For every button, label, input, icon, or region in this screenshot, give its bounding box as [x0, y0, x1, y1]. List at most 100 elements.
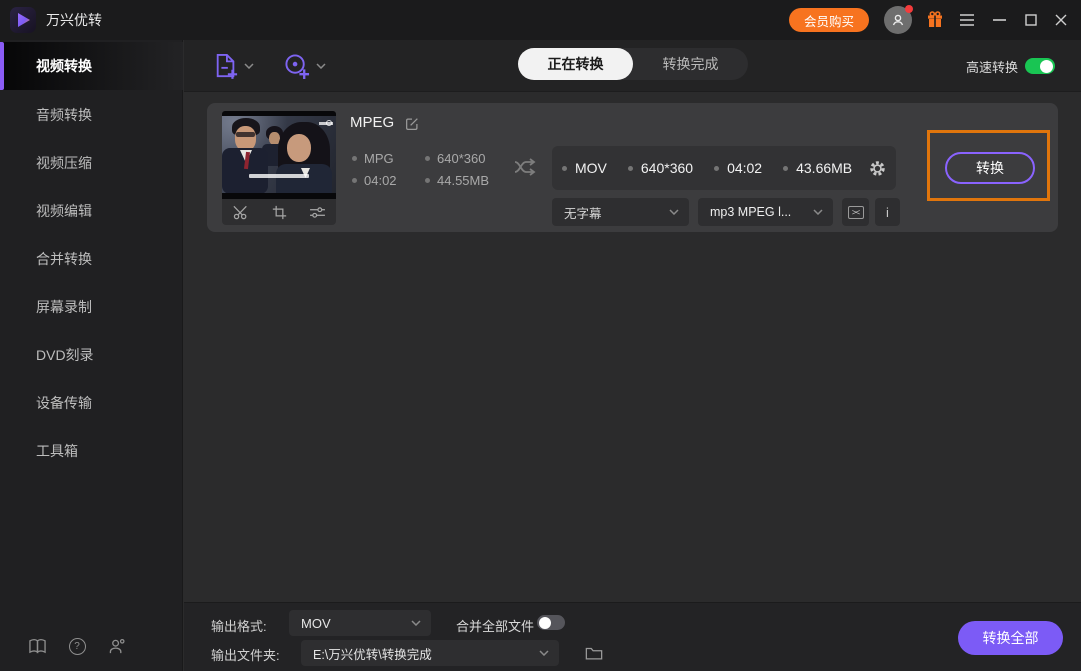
user-avatar[interactable] [884, 6, 912, 34]
high-speed-label: 高速转换 [966, 40, 1018, 92]
output-duration: 04:02 [714, 160, 762, 176]
output-format-label: 输出格式: [211, 616, 267, 635]
sidebar-item-video-convert[interactable]: 视频转换 [0, 42, 183, 90]
bullet-dot [352, 156, 357, 161]
sidebar-item-toolbox[interactable]: 工具箱 [0, 427, 183, 475]
trim-icon[interactable] [229, 202, 253, 222]
sidebar-item-label: 音频转换 [36, 105, 92, 125]
add-file-button[interactable] [214, 40, 254, 92]
app-title: 万兴优转 [46, 0, 102, 40]
buy-membership-button[interactable]: 会员购买 [789, 8, 869, 32]
subtitle-select[interactable]: 无字幕 [552, 198, 689, 226]
sidebar-item-label: 合并转换 [36, 249, 92, 269]
gift-icon[interactable] [924, 0, 946, 40]
close-icon[interactable] [1050, 0, 1072, 40]
subtitle-text-bar [249, 174, 309, 178]
output-duration-value: 04:02 [727, 160, 762, 176]
toggle-knob [539, 617, 551, 629]
bullet-dot [352, 178, 357, 183]
sidebar-item-label: 设备传输 [36, 393, 92, 413]
thumbnail-tools [222, 199, 336, 225]
tab-converting[interactable]: 正在转换 [518, 48, 633, 80]
toggle-knob [1040, 60, 1053, 73]
notification-dot [905, 5, 913, 13]
titlebar: 万兴优转 会员购买 [0, 0, 1081, 40]
watermark-text-bar [319, 122, 333, 125]
crop-icon[interactable] [267, 202, 291, 222]
sidebar-item-label: 工具箱 [36, 441, 78, 461]
sidebar-item-dvd-burn[interactable]: DVD刻录 [0, 331, 183, 379]
source-resolution-value: 640*360 [437, 151, 485, 166]
sidebar-item-label: 视频转换 [36, 56, 92, 76]
effects-sliders-icon[interactable] [305, 202, 329, 222]
source-duration: 04:02 [352, 173, 397, 188]
add-dvd-icon [284, 53, 310, 79]
app-window: 万兴优转 会员购买 [0, 0, 1081, 671]
guide-book-icon[interactable] [26, 635, 48, 657]
source-size-value: 44.55MB [437, 173, 489, 188]
output-folder-select[interactable]: E:\万兴优转\转换完成 [301, 640, 559, 666]
chevron-down-icon [244, 63, 254, 69]
footer-format-value: MOV [301, 616, 411, 631]
bullet-dot [562, 166, 567, 171]
output-format-select[interactable]: mp3 MPEG l... [698, 198, 833, 226]
sidebar-item-label: 视频压缩 [36, 153, 92, 173]
tab-group: 正在转换 转换完成 [518, 48, 748, 80]
compress-button[interactable]: >< [842, 198, 869, 226]
scene-shape [287, 134, 311, 162]
help-glyph: ? [74, 641, 80, 652]
chevron-down-icon [411, 620, 421, 626]
file-info-button[interactable]: i [875, 198, 900, 226]
help-icon[interactable]: ? [66, 635, 88, 657]
thumbnail-scene [222, 116, 336, 193]
bullet-dot [425, 156, 430, 161]
play-logo-icon [13, 10, 33, 30]
menu-icon[interactable] [956, 0, 978, 40]
footer-bar: 输出格式: MOV 合并全部文件 输出文件夹: E:\万兴优转\转换完成 转换全… [184, 602, 1081, 671]
output-format: MOV [562, 160, 607, 176]
sidebar-item-audio-convert[interactable]: 音频转换 [0, 91, 183, 139]
convert-all-button[interactable]: 转换全部 [958, 621, 1063, 655]
high-speed-toggle[interactable] [1025, 58, 1055, 74]
sidebar-item-device-transfer[interactable]: 设备传输 [0, 379, 183, 427]
output-size-value: 43.66MB [796, 160, 852, 176]
support-contact-icon[interactable] [106, 635, 128, 657]
sidebar-item-label: 屏幕录制 [36, 297, 92, 317]
conversion-task-card: MPEG MPG 640*360 04:02 44.55MB [207, 103, 1058, 232]
sidebar-item-label: DVD刻录 [36, 345, 94, 365]
sidebar: 视频转换 音频转换 视频压缩 视频编辑 合并转换 屏幕录制 DVD刻录 设备传输… [0, 40, 183, 671]
output-folder-path: E:\万兴优转\转换完成 [313, 644, 539, 663]
sidebar-item-screen-record[interactable]: 屏幕录制 [0, 283, 183, 331]
source-size: 44.55MB [425, 173, 489, 188]
tab-finished[interactable]: 转换完成 [633, 48, 748, 80]
add-dvd-button[interactable] [284, 40, 326, 92]
sidebar-item-video-edit[interactable]: 视频编辑 [0, 187, 183, 235]
convert-button[interactable]: 转换 [945, 152, 1035, 184]
sidebar-item-merge-convert[interactable]: 合并转换 [0, 235, 183, 283]
output-resolution: 640*360 [628, 160, 693, 176]
source-duration-value: 04:02 [364, 173, 397, 188]
toolbar: 正在转换 转换完成 高速转换 [184, 40, 1081, 92]
merge-toggle[interactable] [537, 615, 565, 630]
person-icon [890, 12, 906, 28]
chevron-down-icon [669, 209, 679, 215]
convert-direction-icon [513, 156, 539, 178]
output-resolution-value: 640*360 [641, 160, 693, 176]
bullet-dot [425, 178, 430, 183]
video-thumbnail[interactable] [222, 111, 336, 199]
info-icon: i [886, 205, 889, 220]
chevron-down-icon [813, 209, 823, 215]
minimize-icon[interactable] [988, 0, 1010, 40]
footer-format-select[interactable]: MOV [289, 610, 431, 636]
settings-gear-icon[interactable] [868, 156, 887, 180]
subtitle-select-value: 无字幕 [564, 203, 669, 222]
output-summary: MOV 640*360 04:02 43.66MB [552, 146, 896, 190]
output-folder-label: 输出文件夹: [211, 645, 280, 664]
maximize-icon[interactable] [1020, 0, 1042, 40]
rename-icon[interactable] [403, 115, 421, 133]
source-format: MPG [352, 151, 394, 166]
bullet-dot [714, 166, 719, 171]
sidebar-item-video-compress[interactable]: 视频压缩 [0, 139, 183, 187]
scene-glasses [236, 132, 255, 137]
browse-folder-button[interactable] [583, 642, 605, 664]
